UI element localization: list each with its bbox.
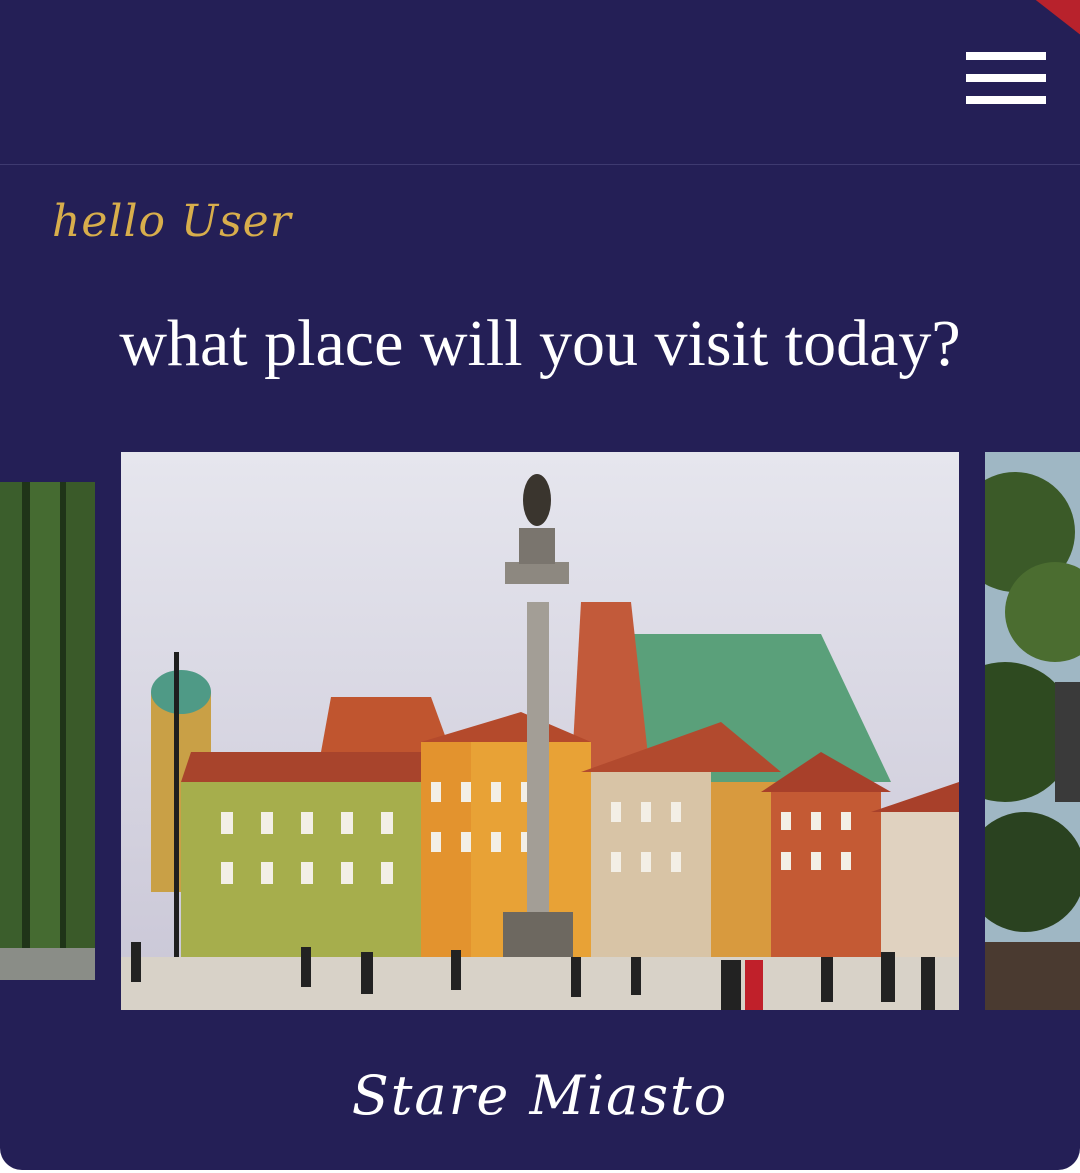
greeting-text: hello User: [52, 196, 292, 247]
place-carousel[interactable]: [0, 450, 1080, 1012]
header-divider: [0, 164, 1080, 165]
park-trees-image: [985, 452, 1080, 1010]
hamburger-menu-icon[interactable]: [966, 52, 1046, 104]
page-headline: what place will you visit today?: [119, 307, 961, 380]
place-name-caption: Stare Miasto: [351, 1064, 729, 1127]
previous-place-card[interactable]: [0, 482, 95, 980]
old-town-square-image: [121, 452, 959, 1010]
app-screen: hello User what place will you visit tod…: [0, 0, 1080, 1170]
next-place-card[interactable]: [985, 452, 1080, 1010]
app-header: [0, 0, 1080, 164]
ivy-wall-image: [0, 482, 95, 980]
current-place-card[interactable]: [121, 452, 959, 1010]
